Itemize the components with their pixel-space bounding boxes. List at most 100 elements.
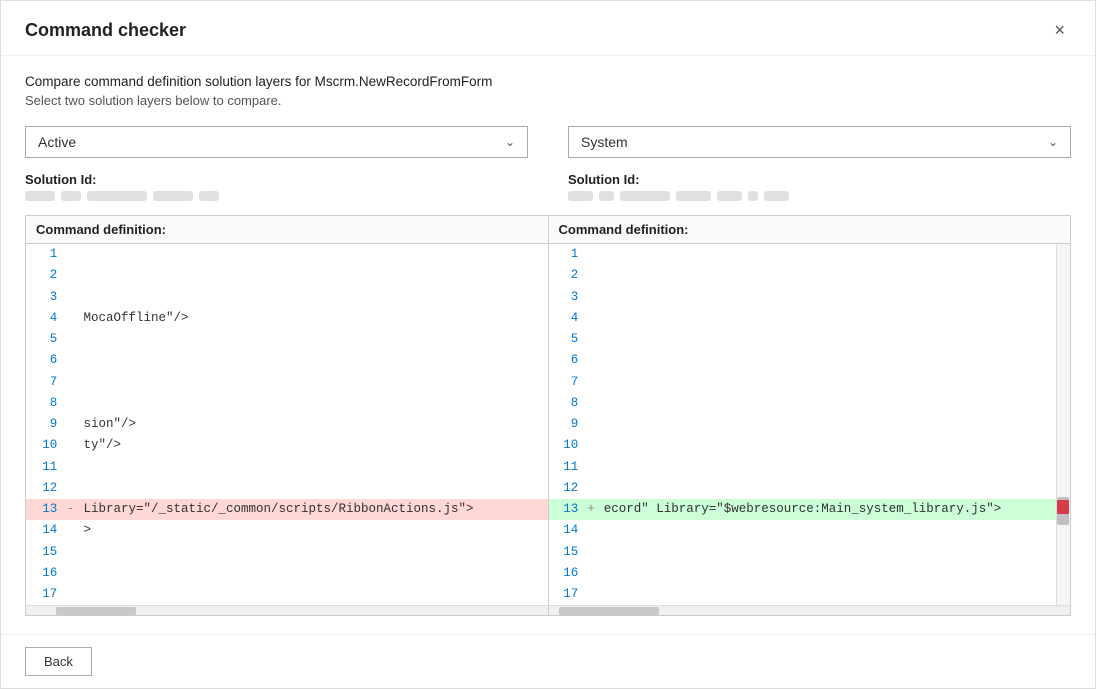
line-content [600, 393, 1056, 414]
line-content [600, 287, 1056, 308]
line-content [80, 457, 548, 478]
diff-marker [61, 393, 79, 414]
id-chunk [676, 191, 711, 201]
line-number: 10 [26, 435, 61, 456]
diff-marker [582, 393, 599, 414]
right-horiz-scrollbar[interactable] [549, 605, 1071, 615]
right-panel-inner: 12345678910111213+ecord" Library="$webre… [549, 244, 1071, 605]
line-content [600, 584, 1056, 605]
line-content [600, 520, 1056, 541]
diff-marker [61, 584, 79, 605]
line-content [80, 350, 548, 371]
line-number: 11 [26, 457, 61, 478]
right-dropdown-chevron: ⌄ [1048, 135, 1058, 149]
id-chunk [153, 191, 193, 201]
line-content [80, 393, 548, 414]
line-number: 7 [26, 372, 61, 393]
right-solution-id-placeholder [568, 191, 1071, 201]
line-content [80, 563, 548, 584]
line-number: 7 [549, 372, 583, 393]
line-content [600, 542, 1056, 563]
line-number: 4 [549, 308, 583, 329]
diff-marker [582, 414, 599, 435]
right-code-table: 12345678910111213+ecord" Library="$webre… [549, 244, 1057, 605]
line-content [600, 372, 1056, 393]
diff-marker [61, 563, 79, 584]
line-number: 14 [549, 520, 583, 541]
left-code-area[interactable]: 1234MocaOffline"/>56789sion"/>10ty"/>111… [26, 244, 548, 605]
diff-marker [582, 478, 599, 499]
line-number: 2 [549, 265, 583, 286]
line-number: 15 [26, 542, 61, 563]
line-number: 9 [549, 414, 583, 435]
diff-marker [582, 329, 599, 350]
diff-marker [582, 287, 599, 308]
right-code-area[interactable]: 12345678910111213+ecord" Library="$webre… [549, 244, 1057, 605]
line-content [600, 244, 1056, 265]
right-panel-header: Command definition: [549, 216, 1071, 244]
diff-marker [582, 542, 599, 563]
diff-marker: - [61, 499, 79, 520]
left-dropdown-wrapper: Active ⌄ [25, 126, 528, 158]
line-content [80, 244, 548, 265]
line-number: 14 [26, 520, 61, 541]
diff-marker [582, 350, 599, 371]
line-content [80, 584, 548, 605]
right-dropdown[interactable]: System ⌄ [568, 126, 1071, 158]
id-chunk [199, 191, 219, 201]
line-number: 1 [26, 244, 61, 265]
left-horiz-thumb [56, 607, 136, 615]
left-panel-header: Command definition: [26, 216, 548, 244]
line-content [80, 372, 548, 393]
diff-marker [582, 244, 599, 265]
line-content [600, 435, 1056, 456]
line-number: 3 [26, 287, 61, 308]
diff-marker [61, 435, 79, 456]
dialog-footer: Back [1, 634, 1095, 688]
line-content [600, 478, 1056, 499]
left-dropdown-value: Active [38, 134, 76, 150]
diff-marker [582, 372, 599, 393]
diff-marker [582, 435, 599, 456]
left-horiz-scrollbar[interactable] [26, 605, 548, 615]
back-button[interactable]: Back [25, 647, 92, 676]
left-solution-label: Solution Id: [25, 172, 528, 187]
diff-marker [61, 414, 79, 435]
diff-marker [61, 542, 79, 563]
line-number: 6 [26, 350, 61, 371]
diff-marker [582, 584, 599, 605]
id-chunk [748, 191, 758, 201]
line-number: 9 [26, 414, 61, 435]
line-content: ecord" Library="$webresource:Main_system… [600, 499, 1056, 520]
line-number: 3 [549, 287, 583, 308]
left-dropdown-chevron: ⌄ [505, 135, 515, 149]
line-number: 13 [549, 499, 583, 520]
id-chunk [764, 191, 789, 201]
line-number: 6 [549, 350, 583, 371]
panels-container: Command definition: 1234MocaOffline"/>56… [25, 215, 1071, 616]
diff-indicator [1057, 500, 1069, 514]
line-number: 5 [26, 329, 61, 350]
line-content [80, 287, 548, 308]
line-content [600, 563, 1056, 584]
solution-row: Solution Id: Solution Id: [25, 172, 1071, 201]
id-chunk [61, 191, 81, 201]
line-number: 8 [26, 393, 61, 414]
right-scrollbar[interactable] [1056, 244, 1070, 605]
line-number: 8 [549, 393, 583, 414]
dialog-header: Command checker × [1, 1, 1095, 56]
id-chunk [568, 191, 593, 201]
line-number: 2 [26, 265, 61, 286]
id-chunk [620, 191, 670, 201]
right-solution-id-block: Solution Id: [568, 172, 1071, 201]
close-button[interactable]: × [1048, 17, 1071, 43]
right-dropdown-value: System [581, 134, 628, 150]
line-number: 12 [26, 478, 61, 499]
line-content [600, 308, 1056, 329]
line-number: 4 [26, 308, 61, 329]
left-dropdown[interactable]: Active ⌄ [25, 126, 528, 158]
left-solution-id-block: Solution Id: [25, 172, 528, 201]
left-command-panel: Command definition: 1234MocaOffline"/>56… [26, 216, 549, 615]
dropdowns-row: Active ⌄ System ⌄ [25, 126, 1071, 158]
id-chunk [599, 191, 614, 201]
